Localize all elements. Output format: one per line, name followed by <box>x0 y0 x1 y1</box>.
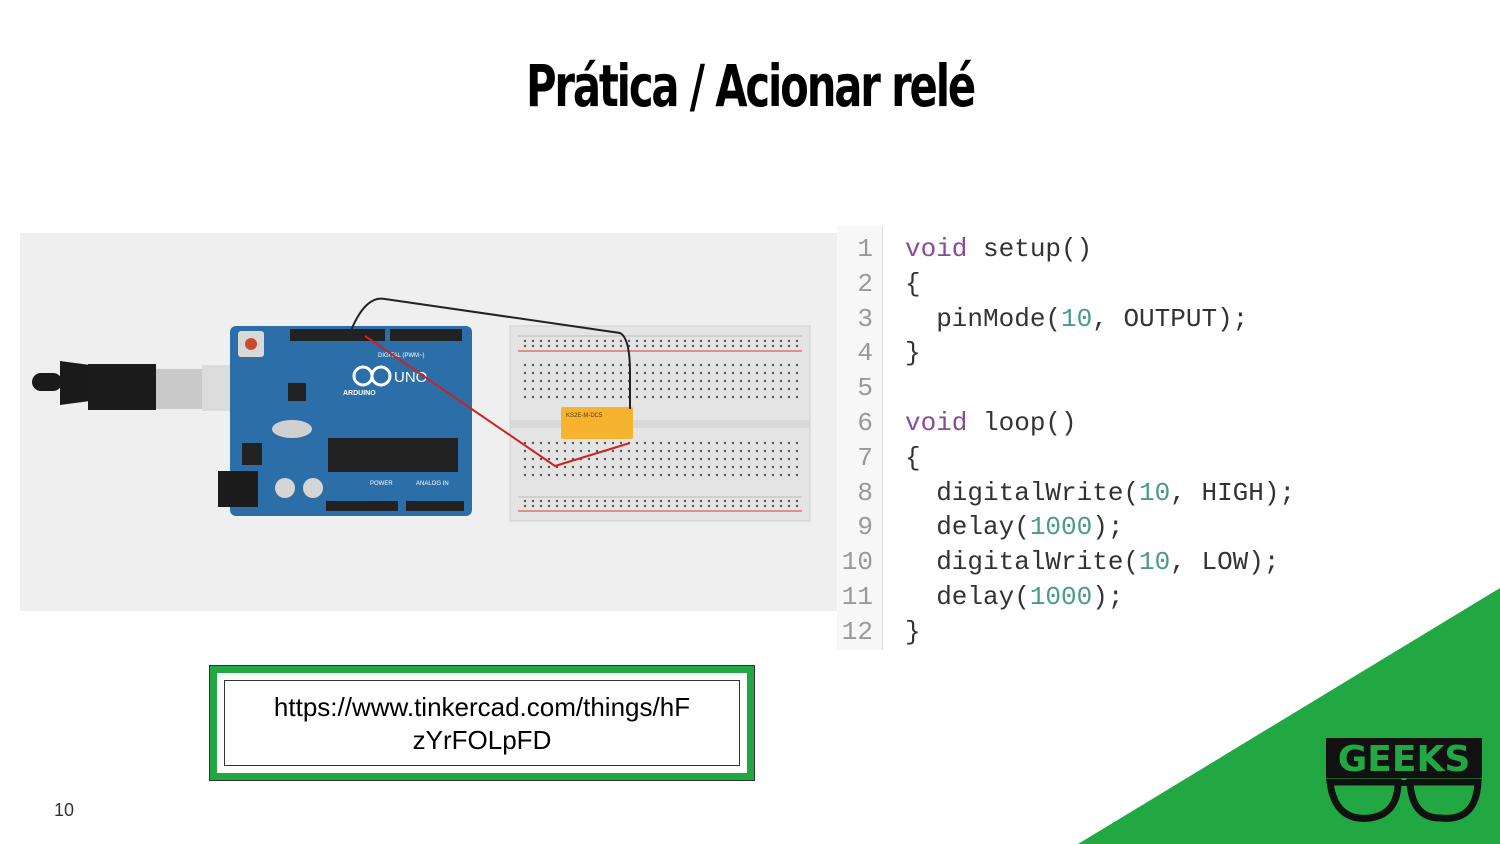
relay-label: KS2E-M-DC5 <box>566 413 603 419</box>
slide-title: Prática / Acionar relé <box>525 52 976 120</box>
code-line: 8 digitalWrite(10, HIGH); <box>837 476 1377 511</box>
code-text: { <box>905 268 921 299</box>
code-listing: 1 void setup() 2{3 pinMode(10, OUTPUT); 4} 5… <box>837 226 1377 650</box>
line-number: 10 <box>841 547 873 578</box>
code-text: } <box>905 338 921 369</box>
logo-text: GEEKS <box>1338 739 1471 780</box>
code-text: pinMode(10, OUTPUT); <box>905 303 1249 334</box>
code-line: 10 digitalWrite(10, LOW); <box>837 545 1377 580</box>
line-number: 9 <box>857 512 873 543</box>
line-number: 1 <box>857 234 873 264</box>
code-line: 2{ <box>837 267 1377 302</box>
line-number: 12 <box>841 616 873 647</box>
line-number: 8 <box>857 477 873 508</box>
line-number: 6 <box>857 408 873 438</box>
code-text: void setup() <box>905 234 1093 264</box>
code-line: 12} <box>837 615 1377 650</box>
code-line: 3 pinMode(10, OUTPUT); <box>837 302 1377 337</box>
link-box: https://www.tinkercad.com/things/hF zYrF… <box>209 665 755 781</box>
code-line: 11 delay(1000); <box>837 580 1377 615</box>
line-number: 11 <box>841 582 873 612</box>
code-line: 4} <box>837 336 1377 371</box>
header-analog: ANALOG IN <box>416 481 449 487</box>
arduino-board: UNO ARDUINO DIGITAL (PWM~) POWER ANALOG … <box>218 326 472 516</box>
code-text: } <box>905 616 921 647</box>
tinkercad-link[interactable]: https://www.tinkercad.com/things/hF zYrF… <box>225 691 739 757</box>
board-brand: UNO <box>394 369 427 386</box>
line-number: 4 <box>857 338 873 369</box>
code-text: digitalWrite(10, HIGH); <box>905 477 1296 508</box>
code-text: { <box>905 442 921 473</box>
code-text: delay(1000); <box>905 512 1124 543</box>
relay: KS2E-M-DC5 <box>561 407 633 439</box>
header-digital: DIGITAL (PWM~) <box>378 353 425 359</box>
code-line: 1 void setup() <box>837 232 1377 267</box>
header-power: POWER <box>370 481 393 487</box>
line-number: 3 <box>857 303 873 334</box>
geeks-logo: GEEKS <box>1326 738 1482 822</box>
line-number: 2 <box>857 268 873 299</box>
code-text: digitalWrite(10, LOW); <box>905 547 1280 578</box>
line-number: 5 <box>857 373 873 404</box>
code-line: 6 void loop() <box>837 406 1377 441</box>
page-number: 10 <box>54 800 75 820</box>
board-name: ARDUINO <box>343 390 376 397</box>
code-line: 7{ <box>837 441 1377 476</box>
code-text: void loop() <box>905 408 1077 438</box>
line-number: 7 <box>857 442 873 473</box>
usb-cable <box>32 361 262 411</box>
code-line: 5 <box>837 371 1377 406</box>
circuit-image: UNO ARDUINO DIGITAL (PWM~) POWER ANALOG … <box>20 233 837 611</box>
code-line: 9 delay(1000); <box>837 510 1377 545</box>
breadboard <box>509 325 811 522</box>
code-text: delay(1000); <box>905 582 1124 612</box>
